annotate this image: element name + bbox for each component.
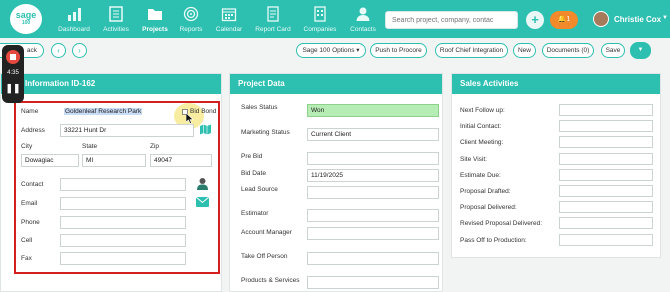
project-data-field[interactable]: [307, 186, 439, 199]
report-card-icon: [267, 6, 279, 22]
sales-activity-date-field[interactable]: [559, 233, 653, 246]
search-input[interactable]: [386, 12, 517, 28]
folder-icon: [148, 9, 162, 20]
sales-activity-label: Site Visit:: [460, 155, 487, 163]
caret-down-icon: ▾: [356, 47, 360, 54]
project-data-label: Bid Date: [241, 170, 266, 177]
project-data-label: Estimator: [241, 210, 269, 217]
sage-options-dropdown[interactable]: Sage 100 Options ▾: [296, 43, 366, 58]
project-data-label: Take Off Person: [241, 253, 288, 260]
project-data-field[interactable]: Won: [307, 104, 439, 117]
nav-companies[interactable]: Companies: [298, 6, 342, 33]
sales-activity-label: Initial Contact:: [460, 123, 502, 131]
project-data-field[interactable]: Current Client: [307, 128, 439, 141]
red-highlight-annotation: [14, 101, 220, 274]
bar-chart-icon: [68, 8, 81, 21]
project-data-label: Lead Source: [241, 186, 278, 193]
sales-activity-date-field[interactable]: [559, 185, 653, 197]
target-icon: [183, 6, 199, 22]
prev-record-button[interactable]: ‹: [51, 43, 66, 58]
roof-chief-integration-button[interactable]: Roof Chief Integration: [435, 43, 508, 58]
sales-activity-date-field[interactable]: [559, 152, 653, 165]
sales-activity-date-field[interactable]: [559, 217, 653, 230]
panel-title: ject Information ID-162: [1, 74, 221, 94]
nav-calendar[interactable]: Calendar: [207, 6, 251, 33]
sales-activity-label: Estimate Due:: [460, 171, 501, 179]
nav-dashboard[interactable]: Dashboard: [52, 6, 96, 33]
project-data-field[interactable]: [307, 227, 439, 240]
project-toolbar: ack ‹ › Sage 100 Options ▾ Push to Proco…: [0, 38, 670, 64]
project-data-label: Marketing Status: [241, 129, 290, 136]
stop-recording-icon[interactable]: [6, 50, 20, 64]
save-button[interactable]: Save: [601, 43, 625, 58]
calendar-icon: [221, 8, 237, 22]
sales-activity-label: Revised Proposal Delivered:: [460, 220, 543, 228]
add-button[interactable]: +: [526, 11, 544, 29]
project-data-label: Sales Status: [241, 104, 278, 111]
user-name[interactable]: Christie Cox: [614, 15, 661, 24]
documents-button[interactable]: Documents (0): [542, 43, 594, 58]
project-data-field[interactable]: 11/19/2025: [307, 169, 439, 182]
pause-icon[interactable]: ❚❚: [2, 83, 24, 94]
sales-activities-panel: Sales Activities: [451, 73, 661, 258]
panel-title: Project Data: [230, 74, 442, 94]
project-data-label: Products & Services: [241, 277, 300, 284]
recording-time: 4:35: [7, 70, 19, 76]
screen-recorder-widget: 4:35 ❚❚: [2, 45, 24, 103]
chevron-down-icon[interactable]: ▼: [662, 15, 668, 21]
project-data-label: Account Manager: [241, 229, 292, 236]
nav-activities[interactable]: Activities: [94, 6, 138, 33]
top-nav-bar: sage 100 Dashboard Activities Projects R…: [0, 0, 670, 38]
chevron-left-icon: ‹: [57, 46, 60, 55]
caret-down-icon: ▼: [637, 47, 644, 53]
sage-logo[interactable]: sage 100: [10, 4, 42, 34]
notifications-badge[interactable]: 🔔1: [550, 11, 578, 29]
global-search[interactable]: [385, 11, 518, 29]
sales-activity-label: Proposal Delivered:: [460, 204, 517, 212]
person-icon: [356, 7, 370, 21]
checklist-icon: [109, 6, 123, 22]
project-data-field[interactable]: [307, 252, 439, 265]
sales-activity-date-field[interactable]: [559, 136, 653, 149]
sales-activity-label: Next Follow up:: [460, 107, 505, 114]
building-icon: [314, 6, 326, 22]
project-data-field[interactable]: [307, 152, 439, 165]
push-to-procore-button[interactable]: Push to Procore: [370, 43, 427, 58]
panel-title: Sales Activities: [452, 74, 660, 94]
project-data-field[interactable]: [307, 276, 439, 289]
sales-activity-date-field[interactable]: [559, 104, 653, 116]
next-record-button[interactable]: ›: [72, 43, 87, 58]
chevron-right-icon: ›: [78, 46, 81, 55]
nav-report-card[interactable]: Report Card: [251, 6, 295, 33]
sales-activity-label: Proposal Drafted:: [460, 188, 511, 195]
sales-activity-label: Pass Off to Production:: [460, 236, 527, 244]
more-options-button[interactable]: ▼: [630, 42, 651, 59]
sales-activity-date-field[interactable]: [559, 168, 653, 181]
project-data-field[interactable]: [307, 209, 439, 222]
sales-activity-date-field[interactable]: [559, 120, 653, 133]
sales-activity-date-field[interactable]: [559, 201, 653, 214]
sales-activity-label: Client Meeting:: [460, 139, 504, 147]
avatar[interactable]: [593, 11, 609, 27]
project-data-label: Pre Bid: [241, 153, 263, 160]
new-button[interactable]: New: [513, 43, 536, 58]
nav-contacts[interactable]: Contacts: [341, 6, 385, 33]
